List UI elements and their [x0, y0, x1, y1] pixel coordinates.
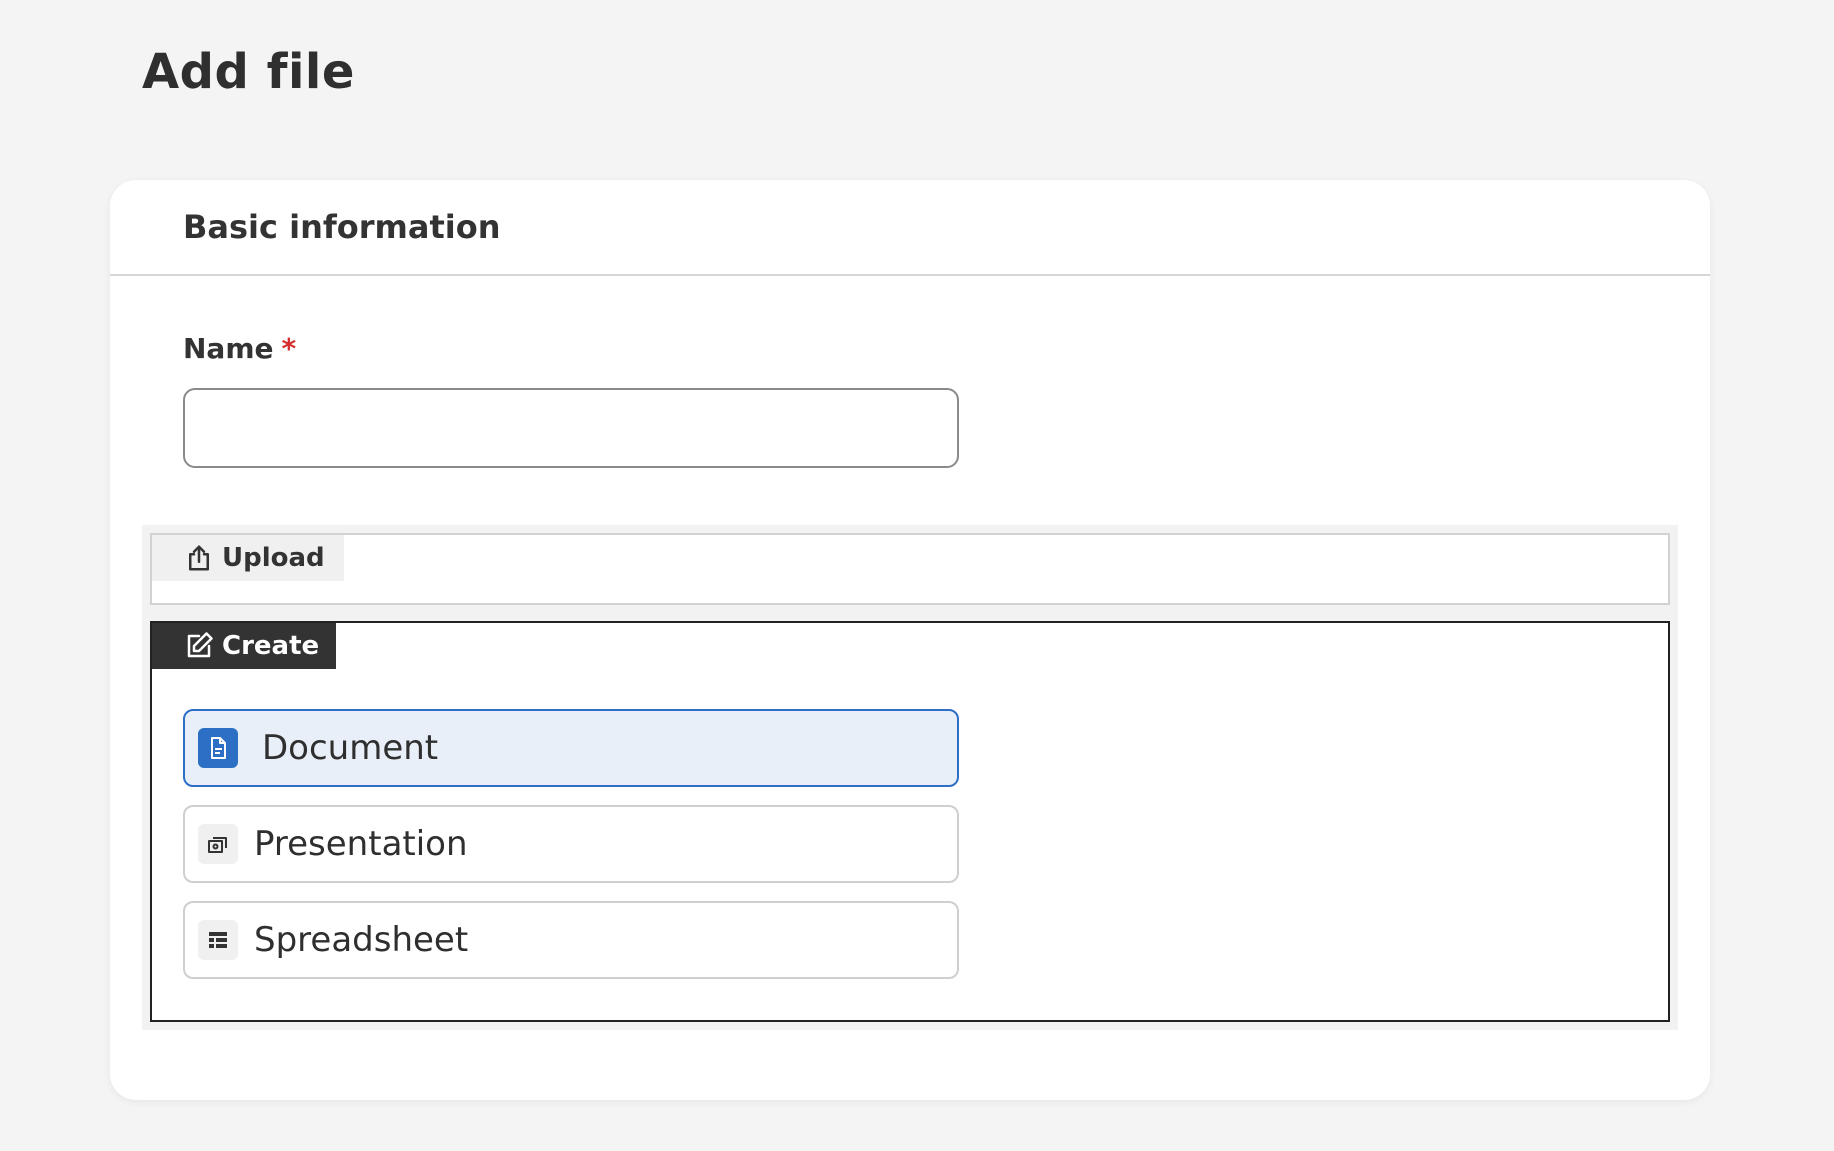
option-presentation[interactable]: Presentation [183, 805, 959, 883]
name-label-text: Name [183, 332, 274, 365]
required-marker: * [281, 332, 297, 365]
option-spreadsheet[interactable]: Spreadsheet [183, 901, 959, 979]
basic-information-card: Basic information Name * Upload Create D… [110, 180, 1710, 1100]
tab-create-label: Create [222, 631, 320, 661]
tab-upload[interactable]: Upload [152, 535, 344, 581]
tab-upload-label: Upload [222, 543, 325, 573]
upload-tab-panel: Upload [150, 533, 1670, 605]
upload-icon [184, 543, 214, 573]
edit-icon [184, 631, 214, 661]
name-input[interactable] [183, 388, 959, 468]
name-label: Name * [183, 332, 296, 365]
page-title: Add file [142, 44, 355, 100]
spreadsheet-icon [198, 920, 238, 960]
document-icon [198, 728, 238, 768]
option-document-label: Document [262, 728, 439, 768]
option-spreadsheet-label: Spreadsheet [254, 920, 469, 960]
create-tab-panel: Create Document Presentation Spreadsheet [150, 621, 1670, 1022]
presentation-icon [198, 824, 238, 864]
card-title: Basic information [183, 208, 501, 246]
tab-create[interactable]: Create [152, 623, 336, 669]
option-document[interactable]: Document [183, 709, 959, 787]
card-header: Basic information [110, 180, 1710, 276]
page: Add file Basic information Name * Upload… [0, 0, 1834, 1151]
option-presentation-label: Presentation [254, 824, 468, 864]
file-source-tabs: Upload Create Document Presentation Spre… [142, 525, 1678, 1030]
